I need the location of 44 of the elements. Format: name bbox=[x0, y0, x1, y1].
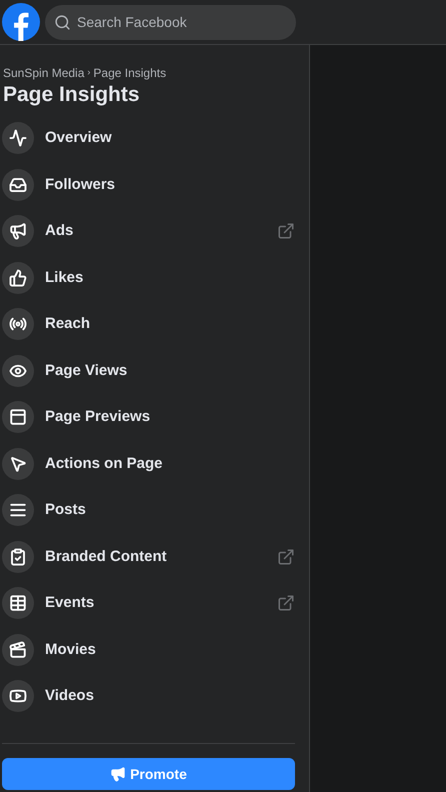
megaphone-icon bbox=[110, 766, 126, 782]
sidebar-item[interactable]: Videos bbox=[0, 673, 309, 720]
breadcrumb-link[interactable]: Page Insights bbox=[93, 64, 166, 82]
megaphone-icon bbox=[9, 222, 27, 240]
sidebar-item[interactable]: Likes bbox=[0, 254, 309, 301]
search-icon bbox=[54, 14, 71, 30]
sidebar-item[interactable]: Movies bbox=[0, 626, 309, 673]
item-label: Videos bbox=[45, 686, 95, 706]
item-label: Overview bbox=[45, 128, 113, 148]
item-label: Likes bbox=[45, 268, 84, 288]
broadcast-icon bbox=[9, 315, 27, 334]
item-label: Events bbox=[45, 593, 96, 613]
sidebar-item[interactable]: Ads bbox=[0, 208, 309, 254]
tray-icon bbox=[9, 176, 27, 194]
sidebar-item[interactable]: Branded Content bbox=[0, 534, 309, 580]
item-label: Ads bbox=[45, 221, 74, 241]
window-icon bbox=[9, 408, 27, 426]
breadcrumb-link[interactable]: SunSpin Media bbox=[3, 64, 84, 82]
item-label: Followers bbox=[45, 174, 116, 194]
grid-icon bbox=[9, 594, 27, 612]
cursor-icon bbox=[9, 454, 27, 473]
sidebar-item[interactable]: Posts bbox=[0, 487, 309, 534]
sidebar-item[interactable]: Overview bbox=[0, 115, 309, 162]
item-label: Reach bbox=[45, 314, 92, 334]
search-field[interactable]: Search Facebook bbox=[45, 4, 296, 40]
sidebar-item[interactable]: Actions on Page bbox=[0, 440, 309, 487]
thumbs-up-icon bbox=[9, 268, 27, 287]
sidebar-item[interactable]: Events bbox=[0, 580, 309, 626]
page-title: Page Insights bbox=[2, 82, 141, 108]
item-label: Page Previews bbox=[45, 407, 152, 427]
checklist-icon bbox=[9, 548, 27, 566]
sidebar-item[interactable]: Page Views bbox=[0, 348, 309, 394]
item-label: Actions on Page bbox=[45, 454, 164, 474]
breadcrumb-separator: › bbox=[87, 66, 90, 80]
facebook-logo-icon[interactable] bbox=[2, 3, 40, 41]
sidebar-item[interactable]: Followers bbox=[0, 162, 309, 208]
item-label: Branded Content bbox=[45, 546, 168, 566]
item-label: Page Views bbox=[45, 360, 128, 380]
item-label: Movies bbox=[45, 640, 97, 660]
sidebar-item[interactable]: Reach bbox=[0, 301, 309, 348]
clapperboard-icon bbox=[9, 640, 27, 659]
sidebar-item[interactable]: Page Previews bbox=[0, 394, 309, 440]
line-chart-icon bbox=[9, 129, 27, 148]
item-label: Posts bbox=[45, 500, 87, 520]
